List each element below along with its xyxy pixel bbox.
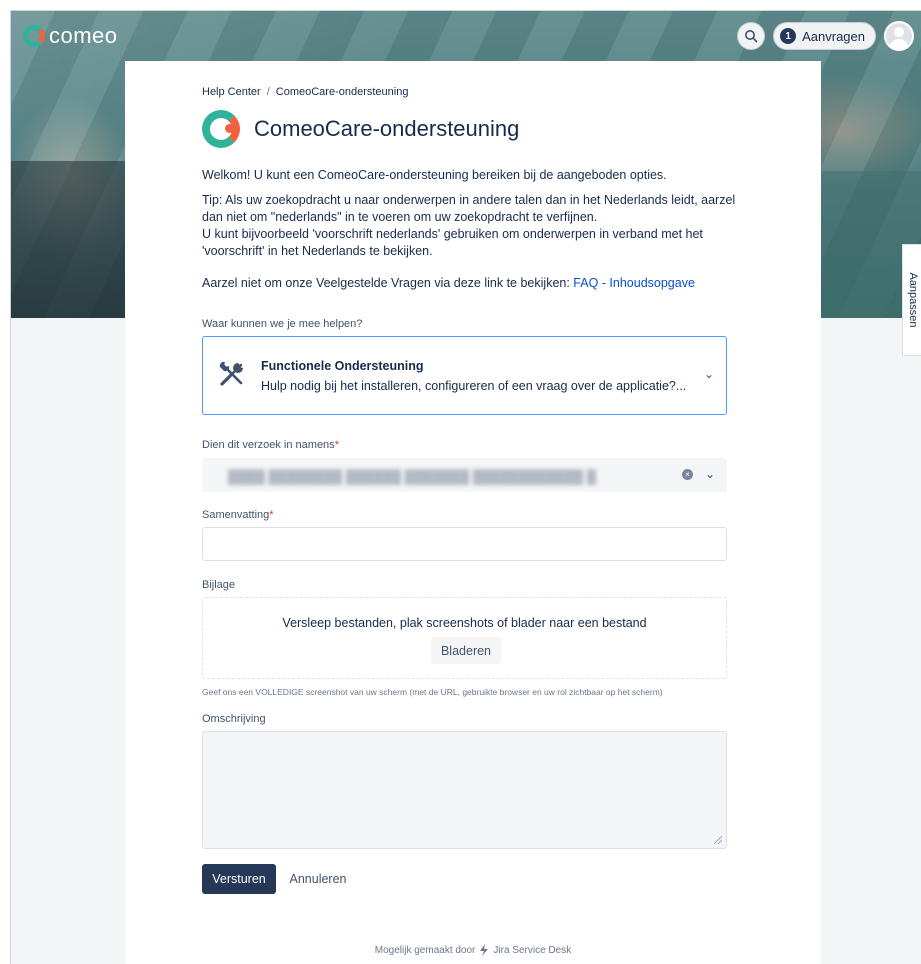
attachment-label: Bijlage [202,579,236,591]
page-header: ComeoCare-ondersteuning [202,110,519,148]
jira-lightning-icon [480,944,489,956]
customize-label: Aanpassen [906,272,919,328]
page-title: ComeoCare-ondersteuning [254,116,520,141]
requests-label: Aanvragen [802,28,865,44]
request-type-select[interactable]: Functionele Ondersteuning Hulp nodig bij… [202,336,727,415]
request-form-card: Help Center / ComeoCare-ondersteuning Come… [125,61,821,964]
user-avatar-icon[interactable] [884,21,914,51]
browse-button[interactable]: Bladeren [431,637,501,664]
logo-text: comeo [49,23,118,48]
on-behalf-value: ████ ████████ ██████ ███████ ███████████… [228,469,597,484]
requests-button[interactable]: 1 Aanvragen [773,22,876,50]
tip-line-2: dan niet om "nederlands" in te voeren om… [202,210,598,224]
breadcrumb-help-center[interactable]: Help Center [202,86,261,98]
cancel-button[interactable]: Annuleren [286,864,350,894]
customize-side-tab[interactable]: Aanpassen [902,244,921,356]
summary-label: Samenvatting* [202,509,274,521]
summary-input[interactable] [202,527,727,561]
chevron-down-icon: ⌄ [704,467,715,481]
search-button[interactable] [737,22,766,50]
faq-text: Aarzel niet om onze Veelgestelde Vragen … [202,275,742,292]
chevron-down-icon: ⌄ [703,367,714,381]
footer-product[interactable]: Jira Service Desk [493,945,571,956]
welcome-text: Welkom! U kunt een ComeoCare-ondersteuni… [202,168,667,182]
breadcrumb-current[interactable]: ComeoCare-ondersteuning [276,86,409,98]
faq-link[interactable]: FAQ - Inhoudsopgave [573,276,695,290]
required-marker: * [269,509,274,521]
faq-prefix: Aarzel niet om onze Veelgestelde Vragen … [202,276,574,290]
search-icon [745,30,758,43]
breadcrumb: Help Center / ComeoCare-ondersteuning [202,86,408,98]
submit-button[interactable]: Versturen [202,864,276,894]
footer: Mogelijk gemaakt door Jira Service Desk [125,944,821,956]
hero-shadow-left [11,161,141,318]
requests-count-badge: 1 [780,28,797,44]
request-type-description: Hulp nodig bij het installeren, configur… [261,379,687,393]
browser-viewport: comeo 1 Aanvragen Aanpassen Help Center /… [10,10,921,964]
on-behalf-label-text: Dien dit verzoek in namens [202,439,335,451]
help-question-label: Waar kunnen we je mee helpen? [202,318,363,330]
summary-label-text: Samenvatting [202,509,270,521]
tip-text: Tip: Als uw zoekopdracht u naar onderwer… [202,192,742,260]
tip-line-4: 'voorschrift' in het Nederlands te bekij… [202,244,433,258]
breadcrumb-separator: / [266,86,270,98]
dropzone-text: Versleep bestanden, plak screenshots of … [282,616,647,630]
resize-handle-icon[interactable] [714,836,722,844]
description-label: Omschrijving [202,713,266,725]
comeocare-logo-icon [202,110,240,148]
request-type-title: Functionele Ondersteuning [261,359,424,373]
top-bar-actions: 1 Aanvragen [737,21,914,51]
required-marker: * [334,439,339,451]
description-textarea[interactable] [202,731,727,849]
clear-icon[interactable]: × [682,469,693,480]
tip-line-3: U kunt bijvoorbeeld 'voorschrift nederla… [202,227,703,241]
on-behalf-label: Dien dit verzoek in namens* [202,439,339,451]
footer-prefix: Mogelijk gemaakt door [374,944,476,956]
tip-line-1: Tip: Als uw zoekopdracht u naar onderwer… [202,193,736,207]
on-behalf-select[interactable]: ████ ████████ ██████ ███████ ███████████… [202,458,727,492]
attachment-help-text: Geef ons een VOLLEDIGE screenshot van uw… [202,687,663,697]
attachment-dropzone[interactable]: Versleep bestanden, plak screenshots of … [202,597,727,679]
comeo-logo[interactable]: comeo [23,23,118,49]
wrench-screwdriver-icon [219,361,243,386]
comeo-logo-icon [23,25,45,47]
